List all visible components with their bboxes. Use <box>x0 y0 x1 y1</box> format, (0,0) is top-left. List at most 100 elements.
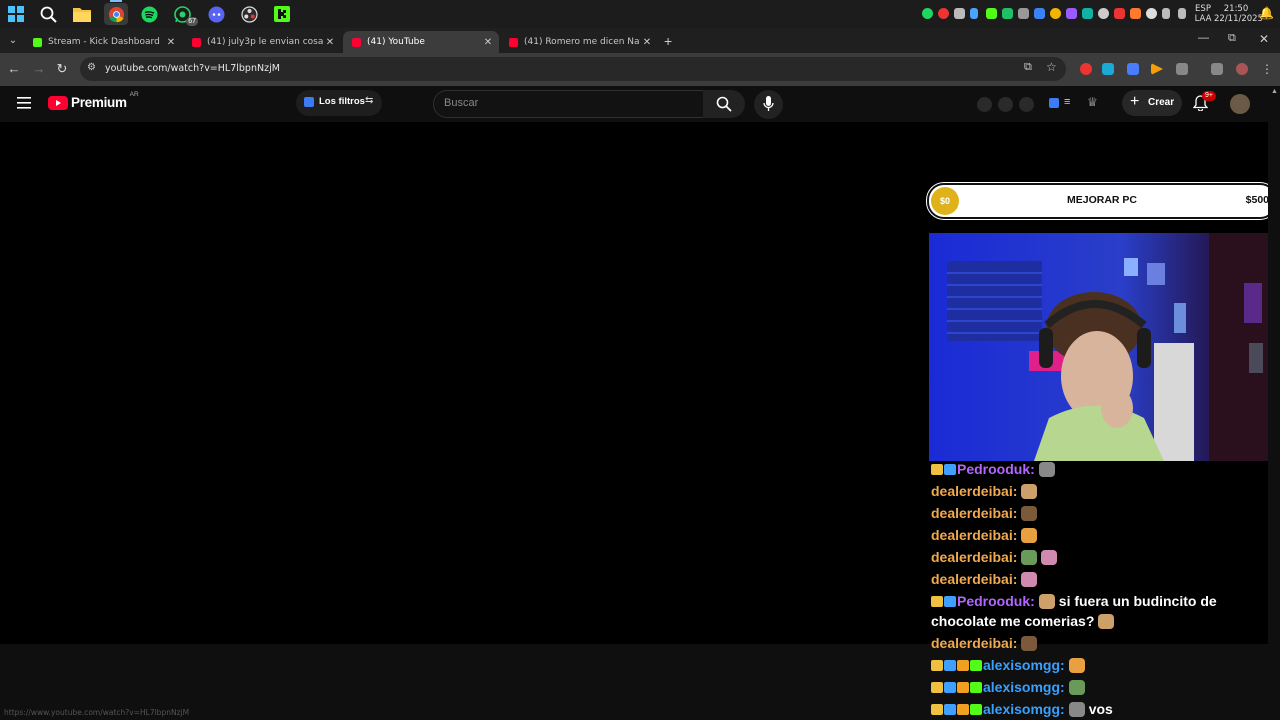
microphone-tray-icon[interactable] <box>1162 8 1170 19</box>
back-icon[interactable]: ← <box>6 61 22 77</box>
tab-kick-dashboard[interactable]: Stream - Kick Dashboard ✕ <box>24 31 182 53</box>
install-app-icon[interactable]: ⧉ <box>1024 61 1032 74</box>
microphone-icon <box>763 96 774 111</box>
app6-tray-icon[interactable] <box>1130 8 1141 19</box>
chat-emote-icon <box>1021 572 1038 587</box>
filters-button[interactable]: Los filtros ⇆ <box>296 90 382 116</box>
search-placeholder: Buscar <box>444 97 479 109</box>
chat-username: alexisomgg: <box>983 701 1065 717</box>
avatar[interactable] <box>1230 94 1250 114</box>
queue-icon[interactable]: ≡ <box>1064 96 1070 108</box>
app2-tray-icon[interactable] <box>1034 8 1045 19</box>
app7-tray-icon[interactable] <box>1146 8 1157 19</box>
filters-label: Los filtros <box>319 96 365 107</box>
chat-emote-icon <box>1038 462 1055 477</box>
chat-username: dealerdeibai: <box>931 549 1018 565</box>
bookmark-star-icon[interactable]: ☆ <box>1046 60 1057 74</box>
youtube-premium-logo[interactable]: Premium AR <box>48 91 139 110</box>
clock[interactable]: 21:50 22/11/2025 <box>1214 4 1263 24</box>
page-scrollbar[interactable]: ▲ <box>1268 86 1280 720</box>
file-explorer-icon[interactable] <box>70 3 94 25</box>
chat-message: chocolate me comerias? <box>931 611 1115 631</box>
chrome-icon[interactable] <box>104 3 128 25</box>
chat-text: vos <box>1088 701 1113 717</box>
extension-play-icon[interactable] <box>1151 63 1163 75</box>
plus-icon: + <box>1130 93 1140 110</box>
network-tray-icon[interactable] <box>1018 8 1029 19</box>
logo-text: Premium <box>71 95 127 110</box>
chat-emote-icon <box>1021 550 1038 565</box>
gamepad-tray-icon[interactable] <box>954 8 965 19</box>
extension-red-icon[interactable] <box>1080 63 1092 75</box>
record-tray-icon[interactable] <box>938 8 949 19</box>
new-tab-icon[interactable]: + <box>664 33 672 49</box>
voice-search-button[interactable] <box>754 90 783 119</box>
whatsapp-icon[interactable]: 67 <box>170 3 198 26</box>
tab-search-chevron-icon[interactable]: ⌄ <box>6 34 20 48</box>
restore-icon[interactable]: ⧉ <box>1228 32 1236 45</box>
url-text[interactable]: youtube.com/watch?v=HL7lbpnNzjM <box>105 63 280 74</box>
extensions-puzzle-icon[interactable] <box>1176 63 1188 75</box>
input-language[interactable]: ESP LAA <box>1193 4 1213 24</box>
close-window-icon[interactable]: ✕ <box>1259 32 1269 46</box>
chat-message: Pedrooduk: <box>931 459 1055 479</box>
notification-bell-icon[interactable]: 🔔 <box>1259 6 1274 20</box>
ext-dot-icon[interactable] <box>998 97 1013 112</box>
ext-dot-icon[interactable] <box>1019 97 1034 112</box>
browser-menu-icon[interactable]: ⋮ <box>1261 62 1273 76</box>
app4-tray-icon[interactable] <box>1098 8 1109 19</box>
profile-avatar-icon[interactable] <box>1236 63 1248 75</box>
chat-emote-icon <box>1068 658 1085 673</box>
address-bar[interactable]: ⚙ youtube.com/watch?v=HL7lbpnNzjM ⧉ ☆ <box>80 57 1066 81</box>
search-button[interactable] <box>703 90 745 118</box>
close-tab-icon[interactable]: ✕ <box>164 37 178 48</box>
reload-icon[interactable]: ↻ <box>54 61 70 77</box>
scroll-up-icon[interactable]: ▲ <box>1271 88 1278 95</box>
minimize-icon[interactable]: — <box>1198 32 1209 44</box>
bluetooth-tray-icon[interactable] <box>970 8 978 19</box>
kick-icon[interactable] <box>270 3 294 25</box>
app3-tray-icon[interactable] <box>1082 8 1093 19</box>
hamburger-menu-icon[interactable] <box>17 96 31 114</box>
chat-username: alexisomgg: <box>983 657 1065 673</box>
search-icon[interactable] <box>36 3 60 25</box>
tab-youtube-active[interactable]: (41) YouTube ✕ <box>343 31 499 53</box>
chrome-tray-icon[interactable] <box>1050 8 1061 19</box>
donation-goal-bar: $0 MEJORAR PC $500 <box>927 183 1277 219</box>
chat-overlay: Pedrooduk: dealerdeibai: dealerdeibai: deal… <box>929 456 1249 720</box>
spotify-icon[interactable] <box>137 3 161 25</box>
chat-username: Pedrooduk: <box>957 461 1035 477</box>
create-button[interactable]: + Crear <box>1122 90 1182 116</box>
site-info-icon[interactable]: ⚙ <box>87 62 96 73</box>
close-tab-icon[interactable]: ✕ <box>640 37 654 48</box>
spotify-tray-icon[interactable] <box>922 8 933 19</box>
trophy-icon[interactable]: ♕ <box>1087 95 1098 109</box>
notification-badge: 9+ <box>1202 91 1216 101</box>
notifications-icon[interactable]: 9+ <box>1192 91 1216 116</box>
ext-square-icon[interactable] <box>1049 98 1059 108</box>
chat-badge-icon <box>931 682 943 693</box>
forward-icon[interactable]: → <box>31 61 47 77</box>
volume-tray-icon[interactable] <box>1178 8 1186 19</box>
extension-audio-icon[interactable] <box>1127 63 1139 75</box>
tab-youtube-romero[interactable]: (41) Romero me dicen Nati Jota ✕ <box>500 31 658 53</box>
chat-emote-icon <box>1021 528 1038 543</box>
kick-tray-icon[interactable] <box>986 8 997 19</box>
pen-tray-icon[interactable] <box>1066 8 1077 19</box>
app-tray-icon[interactable] <box>1002 8 1013 19</box>
chat-badge-icon <box>970 682 982 693</box>
chat-emote-icon <box>1021 636 1038 651</box>
app5-tray-icon[interactable] <box>1114 8 1125 19</box>
chat-emote-icon <box>1041 550 1058 565</box>
discord-icon[interactable] <box>204 3 228 25</box>
close-tab-icon[interactable]: ✕ <box>323 37 337 48</box>
close-tab-icon[interactable]: ✕ <box>481 37 495 48</box>
media-control-icon[interactable] <box>1211 63 1223 75</box>
start-icon[interactable] <box>4 3 28 25</box>
chat-badge-icon <box>944 464 956 475</box>
search-input[interactable]: Buscar <box>433 90 705 118</box>
obs-icon[interactable] <box>237 3 261 25</box>
ext-dot-icon[interactable] <box>977 97 992 112</box>
extension-7tv-icon[interactable] <box>1102 63 1114 75</box>
tab-youtube-july3p[interactable]: (41) july3p le envian cosas - You ✕ <box>183 31 341 53</box>
